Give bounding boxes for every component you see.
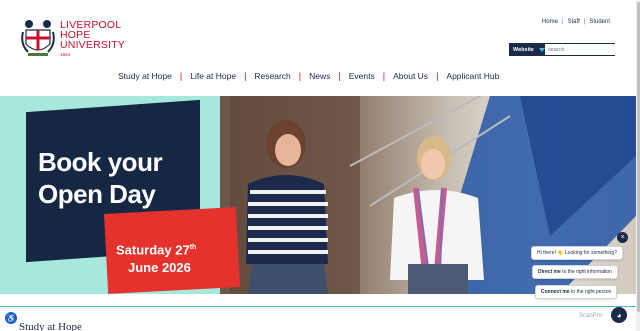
chat-option-direct-text: to the right information: [560, 269, 612, 275]
chat-option-direct-bold: Direct me: [538, 269, 561, 275]
chat-option-direct[interactable]: Direct me to the right information: [532, 265, 618, 279]
chat-avatar-icon[interactable]: ◕: [611, 307, 627, 323]
logo-line-3: UNIVERSITY: [60, 39, 126, 51]
scrollbar-thumb[interactable]: [636, 2, 640, 312]
headline-line-1: Book your: [38, 147, 163, 177]
logo-wordmark: LIVERPOOL HOPE UNIVERSITY: [60, 20, 126, 51]
page-scrollbar[interactable]: [636, 0, 640, 331]
separator: |: [561, 19, 564, 25]
section-divider: [0, 306, 636, 307]
utility-links: Home | Staff | Student: [542, 19, 610, 25]
chat-option-connect[interactable]: Connect me to the right person: [535, 285, 618, 299]
date-line-1: Saturday 27: [116, 242, 190, 258]
home-link[interactable]: Home: [542, 19, 558, 25]
staff-link[interactable]: Staff: [568, 19, 580, 25]
accessibility-icon[interactable]: ♿: [5, 312, 17, 324]
chat-option-connect-bold: Connect me: [541, 289, 570, 295]
scanpro-badge[interactable]: ScanPro: [579, 313, 602, 319]
chat-greeting-bubble[interactable]: Hi there! 👋 Looking for something?: [531, 246, 623, 260]
chat-greeting-text: Hi there! 👋 Looking for something?: [537, 250, 617, 256]
date-suffix: th: [189, 244, 197, 251]
student-link[interactable]: Student: [589, 19, 610, 25]
logo-year: 1844: [60, 52, 71, 57]
hero-headline: Book your Open Day: [38, 146, 163, 210]
search-scope-select[interactable]: Website: [510, 44, 545, 55]
search-input[interactable]: [545, 44, 619, 55]
section-title: Study at Hope: [19, 321, 82, 331]
student-left: [246, 120, 328, 294]
nav-news[interactable]: News: [301, 71, 338, 81]
university-logo[interactable]: LIVERPOOL HOPE UNIVERSITY 1844: [20, 16, 130, 60]
headline-line-2: Open Day: [38, 179, 156, 209]
main-nav: Study at Hope | Life at Hope | Research …: [110, 71, 507, 81]
nav-applicant-hub[interactable]: Applicant Hub: [438, 71, 507, 81]
search-scope-label: Website: [513, 46, 534, 53]
nav-about-us[interactable]: About Us: [385, 71, 436, 81]
chat-close-button[interactable]: ×: [617, 232, 628, 243]
crest-icon: [21, 20, 55, 56]
open-day-date: Saturday 27th June 2026: [116, 239, 196, 277]
date-line-2: June 2026: [128, 260, 191, 276]
nav-events[interactable]: Events: [341, 71, 383, 81]
student-right: [390, 136, 484, 294]
nav-life-at-hope[interactable]: Life at Hope: [182, 71, 244, 81]
nav-study-at-hope[interactable]: Study at Hope: [110, 71, 180, 81]
chat-option-connect-text: to the right person: [569, 289, 612, 295]
nav-research[interactable]: Research: [246, 71, 298, 81]
separator: |: [583, 19, 586, 25]
search-bar: Website: [509, 43, 619, 56]
